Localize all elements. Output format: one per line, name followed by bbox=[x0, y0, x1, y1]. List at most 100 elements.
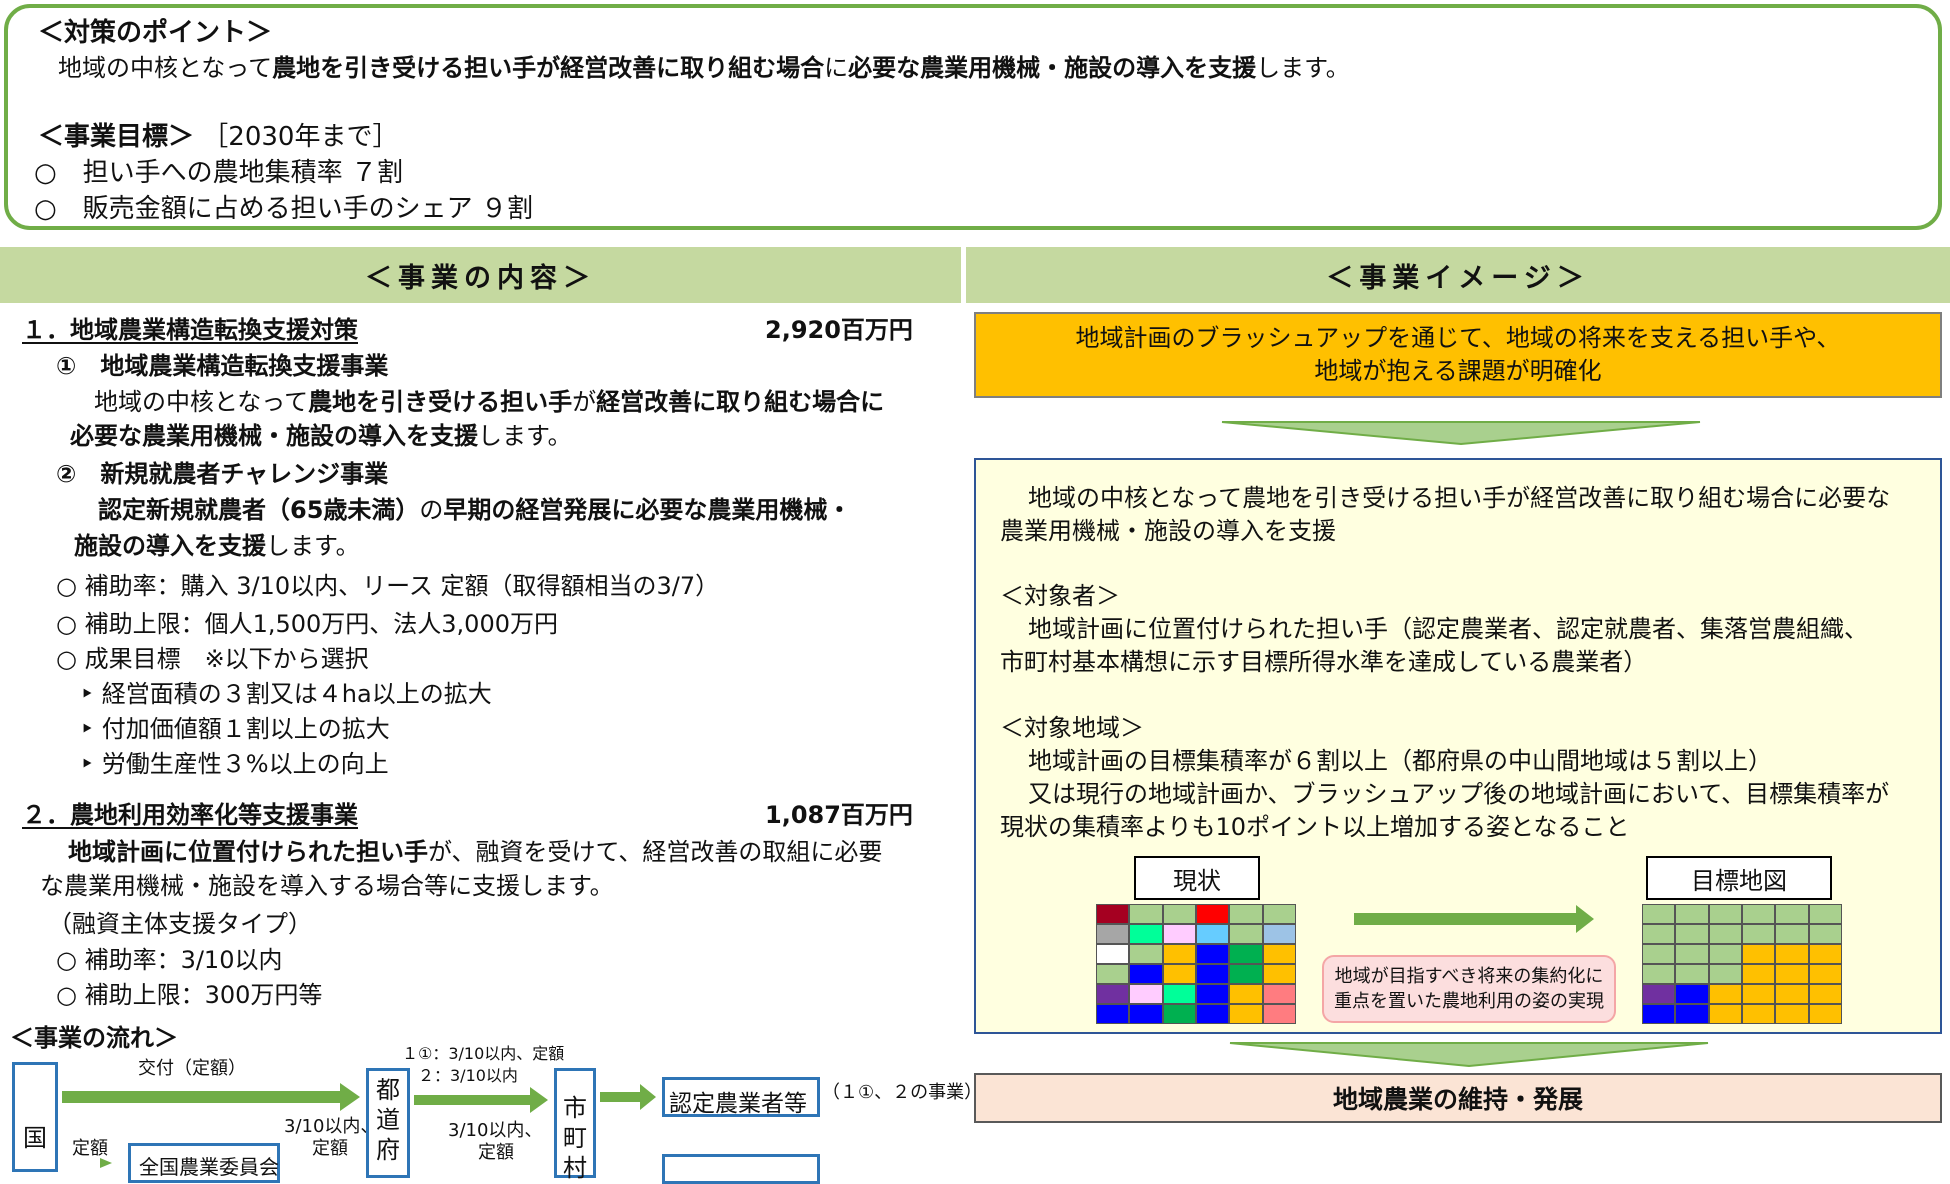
section1-title: １．地域農業構造転換支援対策 bbox=[22, 316, 358, 344]
image-desc-l1: 地域の中核となって農地を引き受ける担い手が経営改善に取り組む場合に必要な bbox=[1028, 484, 1891, 512]
current-map bbox=[1096, 904, 1296, 1024]
map-cell bbox=[1775, 904, 1809, 924]
result-box: 地域農業の維持・発展 bbox=[974, 1073, 1942, 1123]
arrow-pref-city bbox=[414, 1087, 548, 1113]
map-cell bbox=[1129, 1004, 1163, 1024]
s1-target: ‣ 経営面積の３割又は４ha以上の拡大 bbox=[80, 680, 492, 708]
flow-top-rate2: ２：3/10以内 bbox=[418, 1066, 518, 1085]
map-cell bbox=[1708, 984, 1742, 1004]
sub1-title: ① 地域農業構造転換支援事業 bbox=[56, 352, 389, 380]
map-cell bbox=[1742, 964, 1776, 984]
map-cell bbox=[1708, 1004, 1742, 1024]
area-heading: ＜対象地域＞ bbox=[1000, 714, 1144, 742]
map-cell bbox=[1742, 924, 1776, 944]
map-cell bbox=[1262, 904, 1296, 924]
map-cell bbox=[1742, 984, 1776, 1004]
map-cell bbox=[1162, 984, 1196, 1004]
sub2-line1: 認定新規就農者（65歳未満）の早期の経営発展に必要な農業用機械・ bbox=[98, 496, 852, 524]
map-cell bbox=[1096, 924, 1130, 944]
map-cell bbox=[1229, 984, 1263, 1004]
down-arrow-top bbox=[1221, 421, 1701, 446]
flow-kuni: 国 bbox=[12, 1062, 58, 1172]
map-cell bbox=[1808, 984, 1842, 1004]
flow-mid-rate1: 3/10以内、 bbox=[284, 1116, 379, 1137]
map-cell bbox=[1162, 944, 1196, 964]
area-l1: 地域計画の目標集積率が６割以上（都府県の中山間地域は５割以上） bbox=[1028, 747, 1772, 775]
map-cell bbox=[1196, 964, 1230, 984]
goal-item: ○ 販売金額に占める担い手のシェア ９割 bbox=[34, 194, 533, 224]
section2-title: ２．農地利用効率化等支援事業 bbox=[22, 801, 358, 829]
flow-teigaku: 定額 bbox=[72, 1138, 108, 1159]
map-cell bbox=[1196, 944, 1230, 964]
map-cell bbox=[1808, 964, 1842, 984]
map-cell bbox=[1162, 964, 1196, 984]
map-cell bbox=[1229, 1004, 1263, 1024]
map-cell bbox=[1642, 984, 1676, 1004]
map-cell bbox=[1675, 944, 1709, 964]
flow-city-rate2: 定額 bbox=[478, 1142, 514, 1163]
flow-nintei-note: （１①、２の事業） bbox=[822, 1082, 983, 1103]
sub2-line2: 施設の導入を支援します。 bbox=[74, 532, 360, 560]
area-l3: 現状の集積率よりも10ポイント以上増加する姿となること bbox=[1000, 813, 1630, 841]
map-cell bbox=[1808, 1004, 1842, 1024]
flow-top-rate1: １①：3/10以内、定額 bbox=[402, 1044, 565, 1063]
map-cell bbox=[1096, 1004, 1130, 1024]
map-cell bbox=[1642, 964, 1676, 984]
map-cell bbox=[1808, 904, 1842, 924]
map-cell bbox=[1775, 1004, 1809, 1024]
points-heading: ＜対策のポイント＞ bbox=[38, 18, 273, 48]
map-cell bbox=[1196, 924, 1230, 944]
points-line: 地域の中核となって農地を引き受ける担い手が経営改善に取り組む場合に必要な農業用機… bbox=[58, 54, 1350, 82]
target-map-label: 目標地図 bbox=[1646, 856, 1832, 900]
arrow-city-nintei bbox=[600, 1084, 656, 1110]
section1-amount: 2,920百万円 bbox=[765, 316, 913, 344]
target-map bbox=[1642, 904, 1842, 1024]
flow-pref: 都道府 bbox=[366, 1068, 410, 1178]
content-header: ＜事業の内容＞ bbox=[0, 247, 961, 303]
arrow-kuni-pref bbox=[62, 1083, 360, 1111]
image-banner: 地域計画のブラッシュアップを通じて、地域の将来を支える担い手や、 地域が抱える課… bbox=[974, 312, 1942, 398]
map-cell bbox=[1262, 944, 1296, 964]
s2-line1: 地域計画に位置付けられた担い手が、融資を受けて、経営改善の取組に必要 bbox=[68, 838, 883, 866]
map-cell bbox=[1775, 964, 1809, 984]
arrow-kuni-zenkoku bbox=[100, 1158, 112, 1168]
map-cell bbox=[1708, 944, 1742, 964]
map-cell bbox=[1675, 904, 1709, 924]
map-cell bbox=[1096, 904, 1130, 924]
flow-city: 市町村 bbox=[554, 1068, 596, 1182]
map-cell bbox=[1808, 924, 1842, 944]
flow-box-lower bbox=[662, 1154, 820, 1184]
s1-bullet: ○ 成果目標 ※以下から選択 bbox=[56, 645, 369, 673]
map-cell bbox=[1775, 924, 1809, 944]
map-cell bbox=[1129, 924, 1163, 944]
map-cell bbox=[1229, 964, 1263, 984]
target-l2: 市町村基本構想に示す目標所得水準を達成している農業者） bbox=[1000, 648, 1648, 676]
map-cell bbox=[1262, 924, 1296, 944]
map-cell bbox=[1708, 964, 1742, 984]
map-cell bbox=[1129, 944, 1163, 964]
down-arrow-bottom bbox=[1229, 1042, 1709, 1068]
map-cell bbox=[1262, 1004, 1296, 1024]
s1-target: ‣ 付加価値額１割以上の拡大 bbox=[80, 715, 390, 743]
map-arrow bbox=[1354, 905, 1594, 933]
map-cell bbox=[1708, 904, 1742, 924]
map-cell bbox=[1675, 964, 1709, 984]
flow-zenkoku: 全国農業委員会 bbox=[128, 1143, 280, 1183]
map-cell bbox=[1229, 924, 1263, 944]
sub1-line1: 地域の中核となって農地を引き受ける担い手が経営改善に取り組む場合に bbox=[94, 388, 885, 416]
s2-line2: な農業用機械・施設を導入する場合等に支援します。 bbox=[40, 872, 614, 900]
s2-bullet: ○ 補助率：3/10以内 bbox=[56, 946, 283, 974]
current-label: 現状 bbox=[1134, 856, 1260, 900]
map-cell bbox=[1742, 1004, 1776, 1024]
map-cell bbox=[1642, 1004, 1676, 1024]
map-cell bbox=[1096, 944, 1130, 964]
map-cell bbox=[1642, 904, 1676, 924]
goals-heading-row: ＜事業目標＞ ［2030年まで］ bbox=[38, 122, 399, 152]
area-l2: 又は現行の地域計画か、ブラッシュアップ後の地域計画において、目標集積率が bbox=[1028, 780, 1890, 808]
map-cell bbox=[1096, 964, 1130, 984]
map-cell bbox=[1196, 984, 1230, 1004]
map-cell bbox=[1096, 984, 1130, 1004]
s1-target: ‣ 労働生産性３%以上の向上 bbox=[80, 750, 389, 778]
flow-heading: ＜事業の流れ＞ bbox=[10, 1024, 178, 1052]
map-cell bbox=[1262, 984, 1296, 1004]
